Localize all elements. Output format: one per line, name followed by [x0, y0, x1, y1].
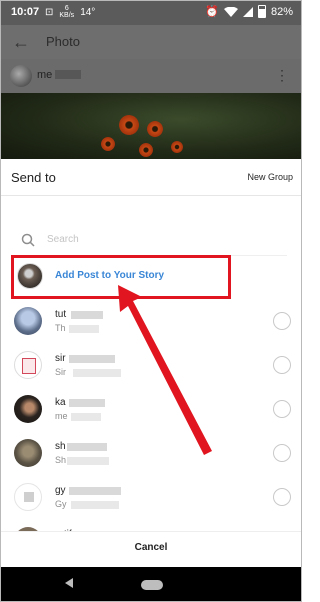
avatar-image [24, 492, 34, 502]
redacted-subtitle [71, 501, 119, 509]
post-header: me ⋮ [1, 59, 301, 93]
back-arrow-icon[interactable]: ← [12, 32, 30, 53]
flower-shape [171, 141, 183, 153]
more-icon[interactable]: ⋮ [275, 67, 289, 84]
contact-subtitle: Sir [55, 367, 66, 377]
contact-name: ka [55, 397, 66, 408]
contact-row[interactable]: ka me [1, 389, 301, 433]
cancel-button[interactable]: Cancel [1, 542, 301, 553]
battery-percent: 82% [270, 5, 293, 18]
avatar[interactable] [10, 65, 32, 87]
app-bar: ← Photo [1, 25, 301, 59]
add-to-story-row[interactable]: Add Post to Your Story [11, 255, 231, 299]
network-speed: 6 KB/s [59, 5, 75, 19]
flower-shape [147, 121, 163, 137]
select-radio[interactable] [273, 444, 291, 462]
add-to-story-label: Add Post to Your Story [55, 270, 165, 281]
wifi-icon [223, 6, 238, 17]
contact-row[interactable]: gy Gy [1, 477, 301, 521]
new-group-button[interactable]: New Group [247, 172, 293, 182]
avatar [14, 439, 42, 467]
contact-row[interactable]: ratif [1, 521, 301, 531]
redacted-subtitle [69, 325, 99, 333]
cancel-bar: Cancel [1, 531, 301, 567]
post-photo [1, 93, 301, 159]
contact-subtitle: Th [55, 323, 66, 333]
select-radio[interactable] [273, 400, 291, 418]
contact-subtitle: me [55, 411, 68, 421]
nav-home-icon[interactable] [141, 580, 163, 590]
avatar [14, 483, 42, 511]
post-username[interactable]: me [37, 69, 52, 81]
redacted-name [71, 311, 103, 319]
temperature: 14° [80, 6, 96, 18]
flower-shape [119, 115, 139, 135]
avatar [14, 351, 42, 379]
select-radio[interactable] [273, 488, 291, 506]
flower-shape [101, 137, 115, 151]
contact-name: sh [55, 441, 66, 452]
redacted-subtitle [67, 457, 109, 465]
page-title: Photo [46, 34, 80, 49]
divider [1, 195, 301, 196]
select-radio[interactable] [273, 356, 291, 374]
system-nav-bar [1, 567, 301, 601]
alarm-icon: ⏰ [205, 6, 219, 18]
redacted-name [69, 399, 105, 407]
search-icon [21, 233, 35, 247]
sim-icon: ⊡ [45, 6, 54, 18]
status-time: 10:07 [11, 6, 40, 18]
nav-back-icon[interactable] [65, 578, 73, 588]
phone-screen: 10:07 ⊡ 6 KB/s 14° ⏰ 82% ← Photo me ⋮ Se… [0, 0, 302, 602]
avatar [14, 395, 42, 423]
contact-row[interactable]: sh Sh [1, 433, 301, 477]
sheet-title: Send to [11, 170, 56, 185]
contact-row[interactable]: tut Th [1, 301, 301, 345]
redacted-subtitle [73, 369, 121, 377]
redacted-username [55, 70, 81, 79]
avatar-image [22, 358, 36, 374]
contact-row[interactable]: sir Sir [1, 345, 301, 389]
redacted-name [69, 355, 115, 363]
contact-name: sir [55, 353, 66, 364]
redacted-subtitle [71, 413, 101, 421]
contact-subtitle: Sh [55, 455, 67, 465]
signal-icon [242, 6, 253, 17]
avatar [17, 263, 43, 289]
avatar [14, 307, 42, 335]
redacted-name [67, 443, 107, 451]
select-radio[interactable] [273, 312, 291, 330]
send-to-sheet: Send to New Group Add Post to Your Story… [1, 159, 301, 567]
contact-subtitle: Gy [55, 499, 67, 509]
status-bar: 10:07 ⊡ 6 KB/s 14° ⏰ 82% [1, 1, 301, 25]
contact-name: gy [55, 485, 66, 496]
search-input[interactable] [47, 229, 267, 249]
flower-shape [139, 143, 153, 157]
battery-icon [257, 5, 266, 18]
contact-name: tut [55, 309, 67, 320]
redacted-name [69, 487, 121, 495]
